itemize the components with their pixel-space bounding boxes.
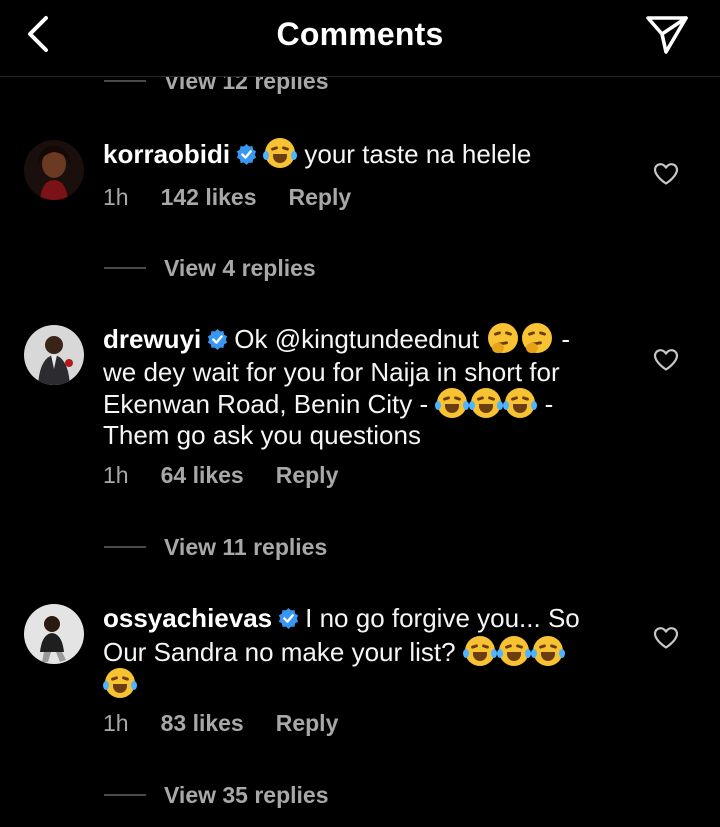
verified-badge-icon — [236, 141, 257, 172]
tears-of-joy-emoji-icon — [462, 636, 497, 666]
avatar[interactable] — [24, 604, 84, 664]
tears-of-joy-emoji-icon — [496, 636, 531, 666]
view-replies-button[interactable]: View 4 replies — [104, 253, 316, 283]
view-replies-button[interactable]: View 35 replies — [104, 780, 329, 810]
tears-of-joy-emoji-icon — [103, 668, 137, 698]
paper-plane-icon — [646, 16, 688, 54]
comment-text: Ok @kingtundeednut — [234, 324, 479, 354]
verified-badge-icon — [278, 605, 299, 636]
reply-button[interactable]: Reply — [289, 184, 352, 211]
comment-time: 1h — [103, 710, 129, 736]
comment-text: - — [544, 389, 554, 419]
comment-text: your taste na helele — [304, 139, 532, 169]
reply-button[interactable]: Reply — [276, 462, 339, 489]
view-replies-label: View 4 replies — [164, 254, 316, 281]
tears-of-joy-emoji-icon — [263, 138, 298, 168]
comment-text: we dey wait for you for Naija in short f… — [103, 357, 560, 387]
divider-line — [104, 546, 146, 548]
tears-of-joy-emoji-icon — [530, 636, 565, 666]
thinking-face-emoji-icon — [488, 323, 519, 353]
comment-text: - — [561, 324, 571, 354]
tears-of-joy-emoji-icon — [469, 388, 504, 418]
view-replies-label: View 11 replies — [164, 533, 328, 560]
comment-text: Ekenwan Road, Benin City - — [103, 389, 429, 419]
comment-username[interactable]: korraobidi — [103, 139, 230, 169]
view-replies-label: View 35 replies — [164, 781, 329, 808]
like-button[interactable] — [653, 162, 679, 186]
tears-of-joy-emoji-icon — [435, 388, 470, 418]
comment-username[interactable]: drewuyi — [103, 324, 201, 354]
verified-badge-icon — [207, 326, 228, 357]
share-button[interactable] — [644, 12, 690, 56]
divider-line — [104, 267, 146, 269]
view-replies-button[interactable]: View 11 replies — [104, 532, 327, 562]
thinking-face-emoji-icon — [522, 323, 553, 353]
comment-meta: 1h 83 likes Reply — [103, 710, 338, 737]
like-button[interactable] — [653, 626, 679, 650]
comment-time: 1h — [103, 184, 129, 210]
likes-count[interactable]: 83 likes — [161, 710, 244, 737]
heart-icon — [653, 627, 679, 649]
comment-text: I no go forgive you... So — [305, 603, 580, 633]
comment-text: Them go ask you questions — [103, 420, 421, 450]
reply-button[interactable]: Reply — [276, 710, 339, 737]
comment-username[interactable]: ossyachievas — [103, 603, 272, 633]
comment-meta: 1h 142 likes Reply — [103, 184, 351, 211]
like-button[interactable] — [653, 348, 679, 372]
header-bar: Comments — [0, 0, 720, 77]
comment-body: korraobidi your taste na helele — [103, 138, 623, 172]
avatar-image — [24, 325, 84, 385]
avatar-image — [24, 604, 84, 664]
heart-icon — [653, 349, 679, 371]
comment-body: drewuyi Ok @kingtundeednut - we dey wait … — [103, 323, 623, 451]
avatar-image — [24, 140, 84, 200]
page-title: Comments — [276, 16, 444, 52]
divider-line — [104, 794, 146, 796]
heart-icon — [653, 163, 679, 185]
likes-count[interactable]: 142 likes — [161, 184, 257, 211]
divider-line — [104, 80, 146, 82]
avatar[interactable] — [24, 140, 84, 200]
comment-body: ossyachievas I no go forgive you... So Ou… — [103, 603, 623, 700]
likes-count[interactable]: 64 likes — [161, 462, 244, 489]
tears-of-joy-emoji-icon — [503, 388, 538, 418]
comment-time: 1h — [103, 462, 129, 488]
comment-meta: 1h 64 likes Reply — [103, 462, 338, 489]
avatar[interactable] — [24, 325, 84, 385]
comment-text: Our Sandra no make your list? — [103, 637, 456, 667]
